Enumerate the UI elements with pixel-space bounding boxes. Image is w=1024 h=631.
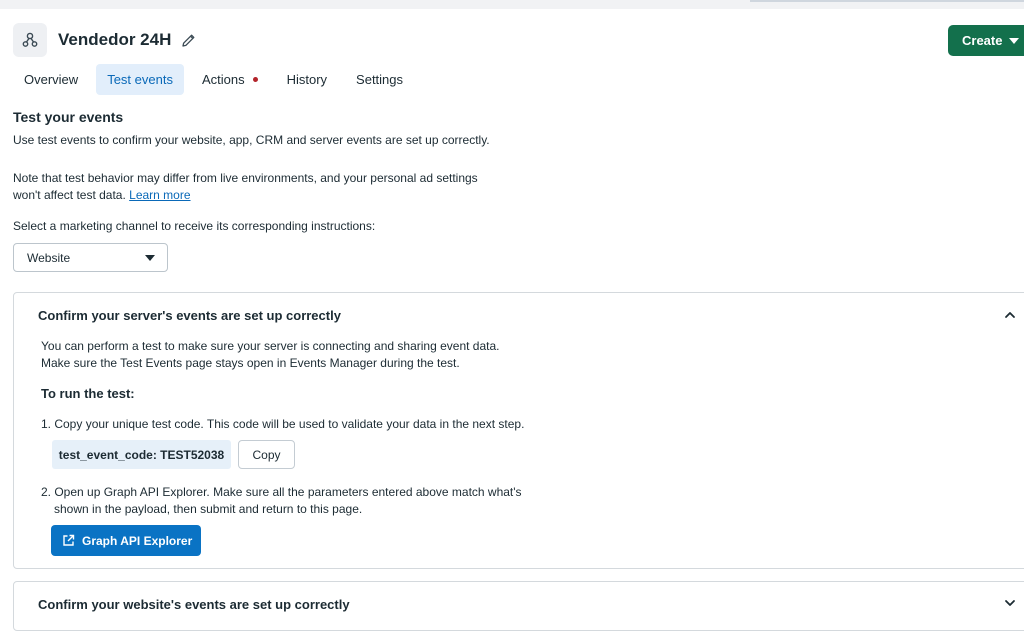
chevron-down-icon — [1009, 37, 1020, 44]
learn-more-link[interactable]: Learn more — [129, 188, 190, 202]
graph-api-explorer-button[interactable]: Graph API Explorer — [51, 525, 201, 556]
channel-select[interactable]: Website — [13, 243, 168, 272]
note-line-1: Note that test behavior may differ from … — [13, 171, 478, 185]
intro-text: Use test events to confirm your website,… — [13, 133, 490, 147]
tab-label: Actions — [201, 72, 245, 87]
external-link-icon — [62, 534, 75, 547]
chevron-down-icon[interactable] — [1004, 598, 1016, 608]
test-code-box: test_event_code: TEST52038 — [52, 440, 231, 469]
server-card-title[interactable]: Confirm your server's events are set up … — [38, 308, 341, 323]
step-1-text: 1. Copy your unique test code. This code… — [41, 417, 525, 431]
tab-bar: Overview Test events Actions History Set… — [13, 64, 421, 95]
website-events-card: Confirm your website's events are set up… — [13, 581, 1024, 631]
desc-line-1: You can perform a test to make sure your… — [41, 339, 500, 353]
notification-dot — [252, 77, 258, 82]
chevron-down-icon — [145, 255, 155, 261]
chevron-up-icon[interactable] — [1004, 310, 1016, 320]
section-title: Test your events — [13, 109, 124, 125]
server-card-description: You can perform a test to make sure your… — [41, 338, 499, 372]
dataset-icon — [13, 23, 47, 57]
tab-label: Overview — [24, 72, 79, 87]
step-2-line-1: 2. Open up Graph API Explorer. Make sure… — [41, 485, 522, 499]
step-2-line-2: shown in the payload, then submit and re… — [54, 502, 363, 516]
tab-label: Test events — [107, 72, 173, 87]
tab-label: History — [286, 72, 328, 87]
browser-top-strip — [0, 0, 1024, 9]
tab-actions[interactable]: Actions — [191, 64, 269, 95]
server-events-card: Confirm your server's events are set up … — [13, 292, 1024, 569]
tab-settings[interactable]: Settings — [345, 64, 414, 95]
note-text: Note that test behavior may differ from … — [13, 170, 478, 204]
website-card-title[interactable]: Confirm your website's events are set up… — [38, 597, 350, 612]
desc-line-2: Make sure the Test Events page stays ope… — [41, 356, 460, 370]
tab-test-events[interactable]: Test events — [96, 64, 184, 95]
step-2-text: 2. Open up Graph API Explorer. Make sure… — [41, 484, 522, 518]
create-button-label: Create — [962, 33, 1003, 48]
note-line-2: won't affect test data. — [13, 188, 126, 202]
pencil-edit-icon[interactable] — [181, 32, 197, 48]
tab-overview[interactable]: Overview — [13, 64, 89, 95]
select-channel-label: Select a marketing channel to receive it… — [13, 219, 376, 233]
copy-button[interactable]: Copy — [238, 440, 295, 469]
page-title: Vendedor 24H — [58, 30, 172, 49]
create-button[interactable]: Create — [948, 25, 1024, 56]
page-header: Vendedor 24H — [13, 22, 197, 58]
graph-button-label: Graph API Explorer — [82, 533, 193, 548]
tab-history[interactable]: History — [276, 64, 338, 95]
run-test-title: To run the test: — [41, 386, 135, 401]
tab-label: Settings — [356, 72, 404, 87]
channel-select-value: Website — [27, 250, 71, 265]
